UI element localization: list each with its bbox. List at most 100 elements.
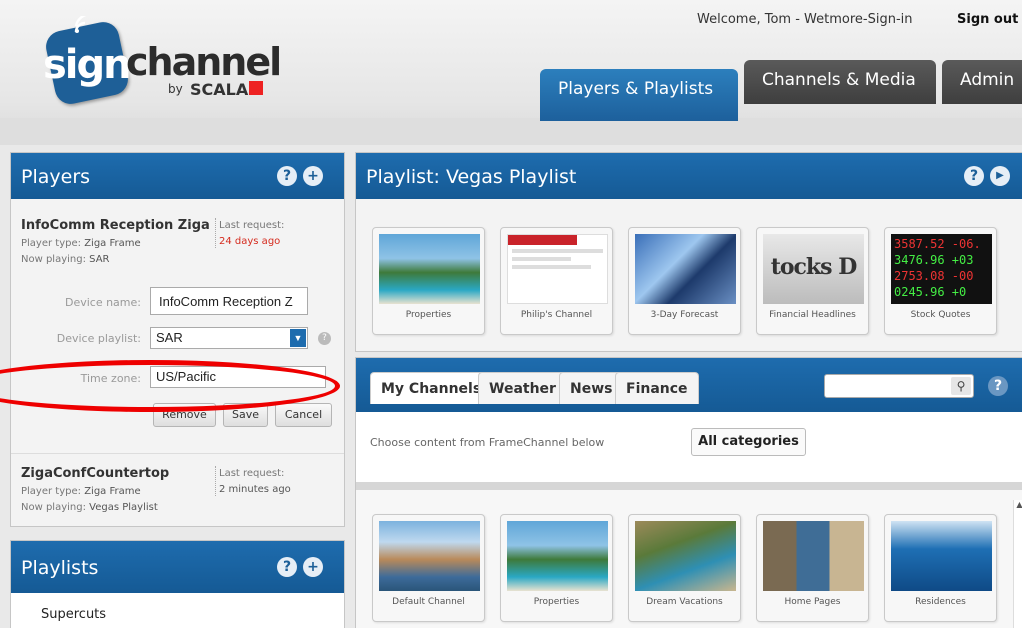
playlist-item-forecast[interactable]: 3-Day Forecast <box>628 227 741 335</box>
item-caption: 3-Day Forecast <box>650 310 719 320</box>
add-player-icon[interactable]: + <box>303 166 323 186</box>
playlist-title: Playlist: Vegas Playlist <box>366 166 577 188</box>
players-panel: Players ? + InfoComm Reception Ziga Play… <box>10 152 345 527</box>
item-caption: Properties <box>533 597 580 607</box>
logo-sign-text: sign <box>43 42 132 88</box>
last-request-label: Last request: <box>219 468 285 479</box>
content-browser-panel: My Channels Weather News Finance ⚲ ? Cho… <box>355 357 1022 628</box>
item-caption: Dream Vacations <box>646 597 723 607</box>
player-type-value: Ziga Frame <box>84 486 141 497</box>
playlist-item-stock-quotes[interactable]: 3587.52 -06. 3476.96 +03 2753.08 -00 024… <box>884 227 997 335</box>
help-icon[interactable]: ? <box>277 166 297 186</box>
tab-news[interactable]: News <box>559 372 624 404</box>
now-playing-label: Now playing: <box>21 254 86 265</box>
scroll-up-icon[interactable]: ▲ <box>1014 500 1022 509</box>
item-caption: Stock Quotes <box>910 310 971 320</box>
preview-line <box>512 257 572 261</box>
player-name: InfoComm Reception Ziga <box>21 218 210 233</box>
player-meta: Player type: Ziga Frame Now playing: SAR <box>21 236 141 268</box>
now-playing-value: Vegas Playlist <box>89 502 158 513</box>
welcome-text: Welcome, Tom - Wetmore-Sign-in <box>697 12 913 27</box>
play-icon[interactable]: ▶ <box>990 166 1010 186</box>
playlist-item-philips-channel[interactable]: Philip's Channel <box>500 227 613 335</box>
time-zone-value: US/Pacific <box>156 369 216 384</box>
content-search-input[interactable]: ⚲ <box>824 374 974 398</box>
content-item-home-pages[interactable]: Home Pages <box>756 514 869 622</box>
all-categories-button[interactable]: All categories <box>691 428 806 456</box>
playlist-item-properties[interactable]: Properties <box>372 227 485 335</box>
player-type-value: Ziga Frame <box>84 238 141 249</box>
time-zone-label: Time zone: <box>80 372 141 385</box>
header-band <box>0 118 1022 145</box>
item-caption: Financial Headlines <box>769 310 856 320</box>
playlists-title: Playlists <box>21 557 99 579</box>
divider <box>215 218 216 248</box>
content-scrollbar[interactable]: ▲ <box>1013 500 1022 628</box>
cancel-button[interactable]: Cancel <box>275 403 332 427</box>
device-playlist-value: SAR <box>156 330 183 345</box>
choose-content-text: Choose content from FrameChannel below <box>370 436 605 449</box>
tab-players-playlists[interactable]: Players & Playlists <box>540 69 738 121</box>
newspaper-image: tocks D <box>763 234 864 304</box>
last-request-value: 24 days ago <box>219 236 281 247</box>
player-type-label: Player type: <box>21 238 82 249</box>
playlists-panel: Playlists ? + Supercuts <box>10 540 345 628</box>
help-icon[interactable]: ? <box>988 376 1008 396</box>
tab-channels-media[interactable]: Channels & Media <box>744 60 936 104</box>
player-card-infocomm[interactable]: InfoComm Reception Ziga Player type: Zig… <box>11 200 344 450</box>
time-zone-select[interactable]: US/Pacific <box>150 366 326 388</box>
content-filter-bar: Choose content from FrameChannel below A… <box>356 412 1022 482</box>
tab-my-channels[interactable]: My Channels <box>370 372 493 404</box>
device-name-input[interactable] <box>150 287 308 315</box>
help-icon[interactable]: ? <box>277 557 297 577</box>
chevron-down-icon[interactable]: ▼ <box>290 329 306 347</box>
last-request-value: 2 minutes ago <box>219 484 291 495</box>
help-icon[interactable]: ? <box>964 166 984 186</box>
player-type-label: Player type: <box>21 486 82 497</box>
vacation-pool-image <box>635 521 736 591</box>
resort-pool-image <box>507 521 608 591</box>
content-item-dream-vacations[interactable]: Dream Vacations <box>628 514 741 622</box>
tab-weather[interactable]: Weather <box>478 372 567 404</box>
home-collage-image <box>763 521 864 591</box>
logo-scala-text: SCALA <box>190 80 249 99</box>
save-button[interactable]: Save <box>223 403 268 427</box>
players-title: Players <box>21 166 91 188</box>
device-name-label: Device name: <box>64 296 141 309</box>
player-card-ziga[interactable]: ZigaConfCountertop Player type: Ziga Fra… <box>11 453 344 526</box>
sign-out-link[interactable]: Sign out <box>957 12 1018 27</box>
now-playing-value: SAR <box>89 254 110 265</box>
help-icon[interactable]: ? <box>318 332 331 345</box>
playlist-header: Playlist: Vegas Playlist ? ▶ <box>356 153 1022 199</box>
player-meta: Player type: Ziga Frame Now playing: Veg… <box>21 484 158 516</box>
logo-by-text: by <box>168 82 183 96</box>
coastal-village-image <box>379 521 480 591</box>
item-caption: Philip's Channel <box>520 310 593 320</box>
tab-admin[interactable]: Admin <box>942 60 1022 104</box>
signchannel-logo[interactable]: sign channel by SCALA <box>40 12 300 112</box>
item-caption: Properties <box>405 310 452 320</box>
preview-line <box>512 265 592 269</box>
channel-preview-image <box>507 234 608 304</box>
playlist-panel: Playlist: Vegas Playlist ? ▶ Properties … <box>355 152 1022 352</box>
content-tabs-bar: My Channels Weather News Finance ⚲ ? <box>356 358 1022 412</box>
device-playlist-select[interactable]: SAR ▼ <box>150 327 308 349</box>
playlist-item-financial-headlines[interactable]: tocks D Financial Headlines <box>756 227 869 335</box>
divider <box>215 466 216 496</box>
player-name: ZigaConfCountertop <box>21 466 170 481</box>
remove-button[interactable]: Remove <box>153 403 216 427</box>
residences-image <box>891 521 992 591</box>
resort-pool-image <box>379 234 480 304</box>
tab-finance[interactable]: Finance <box>615 372 699 404</box>
playlist-item-supercuts[interactable]: Supercuts <box>41 607 106 622</box>
content-item-default-channel[interactable]: Default Channel <box>372 514 485 622</box>
last-request-label: Last request: <box>219 220 285 231</box>
content-item-properties[interactable]: Properties <box>500 514 613 622</box>
search-icon[interactable]: ⚲ <box>951 377 971 395</box>
stock-ticker-image: 3587.52 -06. 3476.96 +03 2753.08 -00 024… <box>891 234 992 304</box>
app-header: sign channel by SCALA Welcome, Tom - Wet… <box>0 0 1022 145</box>
last-request: Last request: 2 minutes ago <box>219 466 291 498</box>
preview-banner <box>508 235 578 245</box>
content-item-residences[interactable]: Residences <box>884 514 997 622</box>
add-playlist-icon[interactable]: + <box>303 557 323 577</box>
